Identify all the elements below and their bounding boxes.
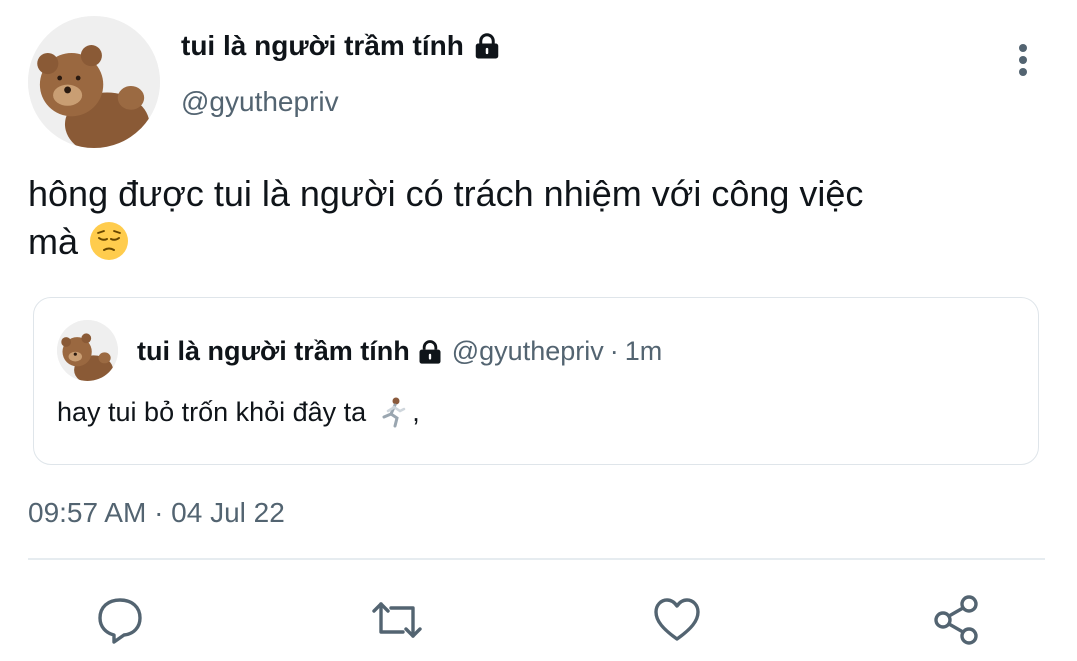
quoted-author-avatar	[57, 320, 118, 381]
retweet-icon	[372, 602, 422, 638]
quoted-display-name: tui là người trầm tính	[137, 336, 410, 366]
pensive-face-emoji-icon	[88, 220, 130, 262]
more-vertical-icon	[1019, 44, 1027, 76]
tweet-text-line2: mà	[28, 218, 1038, 266]
tweet-text: hông được tui là người có trách nhiệm vớ…	[28, 170, 1038, 266]
share-button[interactable]	[931, 594, 983, 646]
author-handle[interactable]: @gyuthepriv	[181, 86, 339, 118]
retweet-button[interactable]	[371, 594, 423, 646]
lock-icon	[472, 31, 502, 61]
share-icon	[934, 595, 978, 645]
author-display-name[interactable]: tui là người trầm tính	[181, 30, 502, 62]
author-avatar[interactable]	[28, 16, 160, 148]
quoted-time: 1m	[624, 336, 663, 366]
quoted-tweet-header: tui là người trầm tính @gyuthepriv · 1m	[137, 336, 662, 367]
divider	[28, 558, 1045, 560]
more-options-button[interactable]	[1005, 38, 1041, 82]
tweet-text-line1: hông được tui là người có trách nhiệm vớ…	[28, 173, 864, 214]
running-person-emoji-icon	[376, 395, 410, 429]
reply-icon	[98, 598, 142, 644]
lock-icon	[416, 338, 444, 366]
separator-dot: ·	[609, 336, 619, 366]
teddy-bear-avatar-icon	[57, 320, 118, 381]
teddy-bear-avatar-icon	[28, 16, 160, 148]
reply-button[interactable]	[94, 594, 146, 646]
quoted-tweet-text: hay tui bỏ trốn khỏi đây ta ,	[57, 395, 420, 429]
quoted-tweet-card[interactable]	[33, 297, 1039, 465]
tweet-timestamp[interactable]: 09:57 AM · 04 Jul 22	[28, 497, 285, 529]
heart-icon	[654, 598, 700, 641]
like-button[interactable]	[651, 594, 703, 646]
quoted-handle: @gyuthepriv	[451, 336, 604, 366]
